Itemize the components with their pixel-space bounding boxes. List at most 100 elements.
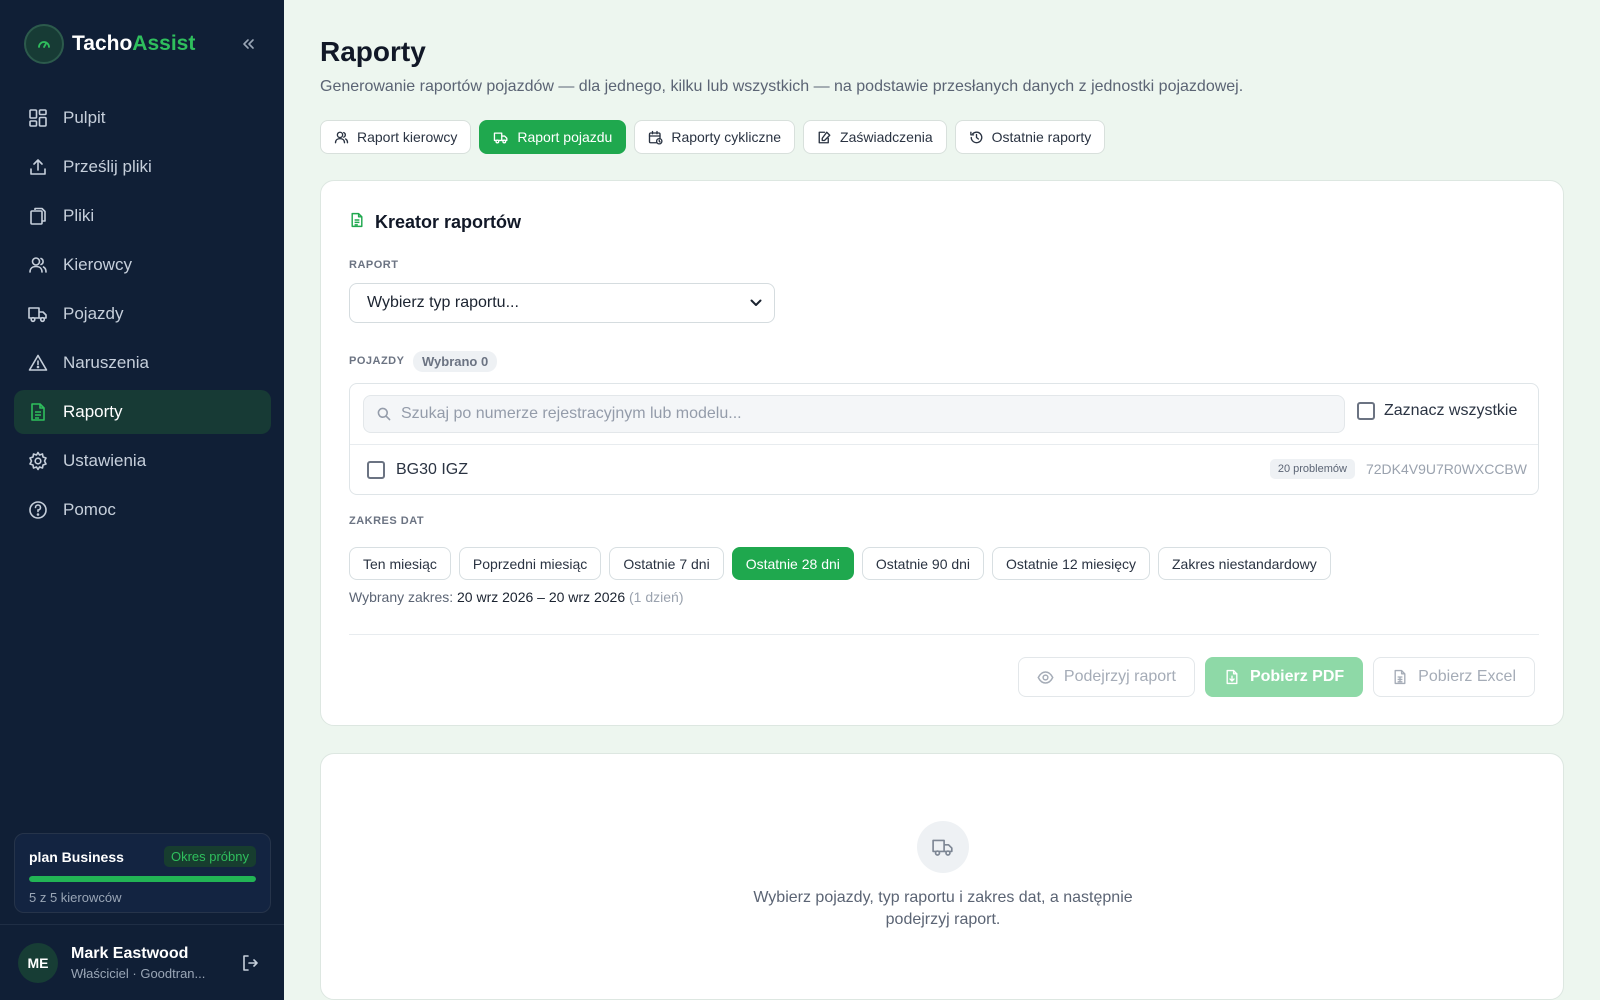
logout-icon <box>243 955 258 971</box>
vehicles-label: POJAZDY <box>349 355 405 367</box>
selected-range-info: Wybrany zakres: 20 wrz 2026 – 20 wrz 202… <box>349 589 683 605</box>
range-value: 20 wrz 2026 – 20 wrz 2026 <box>457 589 626 605</box>
sidebar-item-drivers[interactable]: Kierowcy <box>14 243 271 287</box>
avatar[interactable]: ME <box>18 942 58 983</box>
selected-count-badge: Wybrano 0 <box>413 351 498 372</box>
select-all-toggle[interactable]: Zaznacz wszystkie <box>1357 402 1517 420</box>
date-range-label: ZAKRES DAT <box>349 515 425 527</box>
range-prefix: Wybrany zakres: <box>349 589 454 605</box>
select-all-label: Zaznacz wszystkie <box>1384 402 1518 419</box>
tab-driver-report[interactable]: Raport kierowcy <box>320 120 472 154</box>
vehicle-search-input[interactable] <box>401 405 1321 423</box>
empty-state-text: Wybierz pojazdy, typ raportu i zakres da… <box>753 889 1133 928</box>
range-this-month[interactable]: Ten miesiąc <box>349 547 451 580</box>
report-tabs: Raport kierowcy Raport pojazdu Raporty c… <box>320 120 1106 154</box>
tab-label: Ostatnie raporty <box>991 129 1092 145</box>
sidebar-item-files[interactable]: Pliki <box>14 194 271 238</box>
chevron-down-icon <box>750 299 762 306</box>
pdf-label: Pobierz PDF <box>1249 668 1345 685</box>
spreadsheet-icon <box>1392 668 1408 686</box>
search-box <box>363 395 1345 433</box>
vehicle-plate: BG30 IGZ <box>396 461 469 478</box>
vehicle-checkbox[interactable] <box>367 461 385 479</box>
sidebar-item-settings[interactable]: Ustawienia <box>14 439 271 483</box>
search-icon <box>377 407 391 421</box>
report-preview-card: Wybierz pojazdy, typ raportu i zakres da… <box>320 753 1564 1000</box>
dashboard-icon <box>27 107 49 129</box>
range-last-28-days[interactable]: Ostatnie 28 dni <box>731 547 854 580</box>
select-all-checkbox[interactable] <box>1357 402 1375 420</box>
report-creator-card: Kreator raportów RAPORT Wybierz typ rapo… <box>320 180 1564 726</box>
sidebar-item-vehicles[interactable]: Pojazdy <box>14 292 271 336</box>
sidebar-item-label: Ustawienia <box>63 451 147 470</box>
range-days: (1 dzień) <box>629 589 684 605</box>
tab-certificates[interactable]: Zaświadczenia <box>803 120 947 154</box>
sidebar-item-label: Prześlij pliki <box>63 157 152 176</box>
sidebar-item-violations[interactable]: Naruszenia <box>14 341 271 385</box>
report-icon <box>349 211 365 234</box>
report-type-value: Wybierz typ raportu... <box>367 294 519 311</box>
logout-button[interactable] <box>240 953 260 978</box>
sidebar-nav: Pulpit Prześlij pliki Pliki Kierowcy Poj… <box>14 96 271 537</box>
sidebar: TachoAssist Pulpit Prześlij pliki Pliki <box>0 0 284 1000</box>
divider <box>350 444 1538 445</box>
report-icon <box>27 401 49 423</box>
sidebar-item-label: Pulpit <box>63 108 106 127</box>
range-last-12-months[interactable]: Ostatnie 12 miesięcy <box>992 547 1150 580</box>
tab-vehicle-report[interactable]: Raport pojazdu <box>479 120 627 154</box>
users-icon <box>334 130 349 145</box>
plan-progress-fill <box>29 876 256 882</box>
download-excel-button[interactable]: Pobierz Excel <box>1373 657 1535 697</box>
plan-name: plan Business <box>29 848 124 865</box>
range-previous-month[interactable]: Poprzedni miesiąc <box>458 547 602 580</box>
brand-name: TachoAssist <box>72 32 196 55</box>
sidebar-item-reports[interactable]: Raporty <box>14 390 271 434</box>
report-label: RAPORT <box>349 259 399 271</box>
eye-icon <box>1037 669 1054 686</box>
sidebar-item-help[interactable]: Pomoc <box>14 488 271 532</box>
range-custom[interactable]: Zakres niestandardowy <box>1158 547 1331 580</box>
date-range-options: Ten miesiąc Poprzedni miesiąc Ostatnie 7… <box>349 547 1331 580</box>
tab-recent-reports[interactable]: Ostatnie raporty <box>954 120 1106 154</box>
preview-label: Podejrzyj raport <box>1063 668 1176 685</box>
tab-recurring-reports[interactable]: Raporty cykliczne <box>634 120 796 154</box>
chevrons-left-icon <box>243 39 254 49</box>
range-last-7-days[interactable]: Ostatnie 7 dni <box>609 547 724 580</box>
preview-report-button[interactable]: Podejrzyj raport <box>1017 657 1195 697</box>
sidebar-item-upload[interactable]: Prześlij pliki <box>14 145 271 189</box>
vehicle-picker: Zaznacz wszystkie BG30 IGZ 20 problemów … <box>349 383 1539 495</box>
logo-icon <box>24 24 64 64</box>
user-profile: ME Mark Eastwood Właściciel · Goodtran..… <box>0 924 284 1000</box>
plan-card: plan Business Okres próbny 5 z 5 kierowc… <box>14 833 271 913</box>
range-last-90-days[interactable]: Ostatnie 90 dni <box>861 547 985 580</box>
truck-icon <box>27 303 49 325</box>
calendar-clock-icon <box>648 130 663 145</box>
truck-icon <box>493 130 509 145</box>
truck-icon <box>917 821 969 873</box>
download-pdf-button[interactable]: Pobierz PDF <box>1204 657 1364 697</box>
user-role: Właściciel · Goodtran... <box>71 965 206 981</box>
tab-label: Raport kierowcy <box>357 129 458 145</box>
plan-progress-bar <box>29 876 256 882</box>
list-item[interactable]: BG30 IGZ 20 problemów 72DK4V9U7R0WXCCBW <box>367 458 1527 482</box>
plan-usage: 5 z 5 kierowców <box>29 890 122 905</box>
issues-badge: 20 problemów <box>1269 459 1355 479</box>
help-icon <box>27 499 49 521</box>
upload-icon <box>27 156 49 178</box>
report-type-select[interactable]: Wybierz typ raportu... <box>349 283 775 323</box>
report-actions: Podejrzyj raport Pobierz PDF Pobierz Exc… <box>1017 657 1535 697</box>
excel-label: Pobierz Excel <box>1418 668 1516 685</box>
page-subtitle: Generowanie raportów pojazdów — dla jedn… <box>320 78 1244 95</box>
tab-label: Raport pojazdu <box>517 129 613 145</box>
brand: TachoAssist <box>24 24 260 64</box>
page-title: Raporty <box>320 36 426 67</box>
tab-label: Raporty cykliczne <box>671 129 782 145</box>
users-icon <box>27 254 49 276</box>
sidebar-item-pulpit[interactable]: Pulpit <box>14 96 271 140</box>
sidebar-item-label: Pliki <box>63 206 95 225</box>
divider <box>349 634 1539 635</box>
sidebar-item-label: Naruszenia <box>63 353 149 372</box>
warning-icon <box>27 352 49 374</box>
main-content: Raporty Generowanie raportów pojazdów — … <box>320 0 1564 1000</box>
collapse-sidebar-button[interactable] <box>236 32 260 56</box>
